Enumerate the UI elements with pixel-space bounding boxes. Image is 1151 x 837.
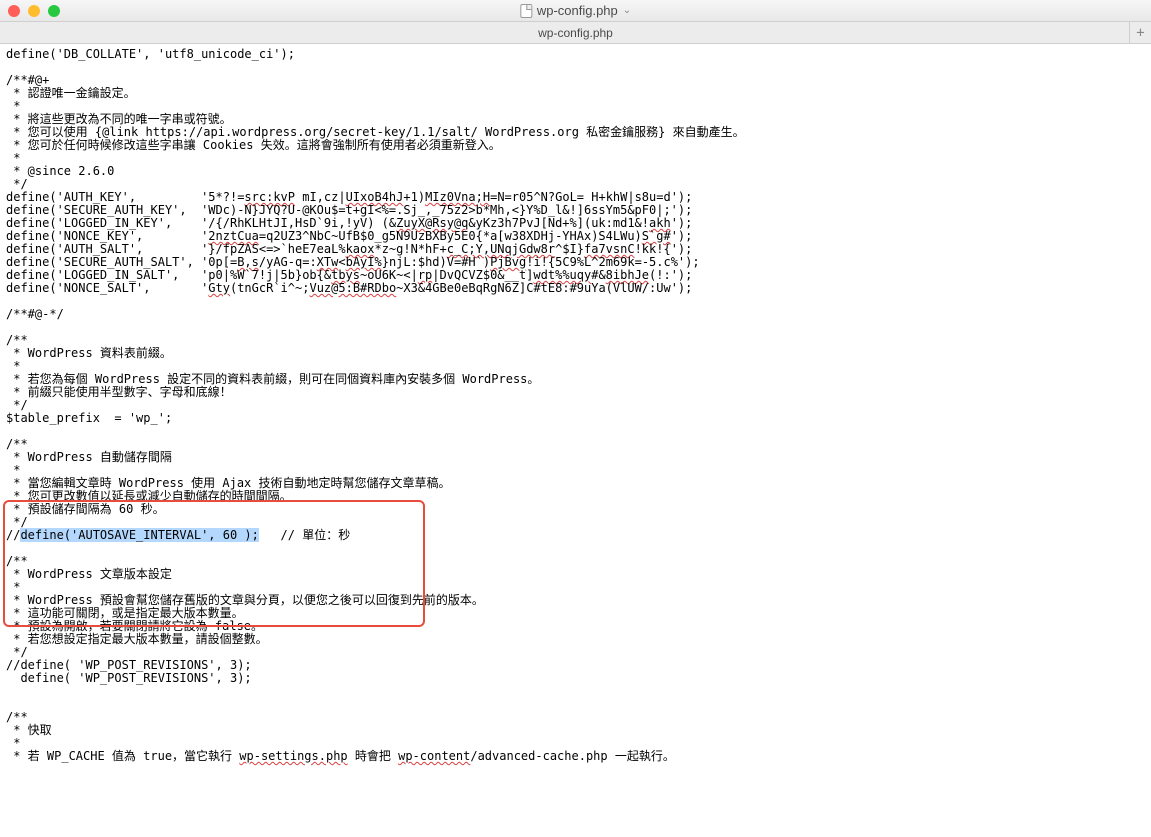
add-tab-button[interactable]: + <box>1129 22 1151 44</box>
highlighted-code: define('AUTOSAVE_INTERVAL', 60 ); <box>20 528 258 542</box>
minimize-icon[interactable] <box>28 5 40 17</box>
code-editor[interactable]: define('DB_COLLATE', 'utf8_unicode_ci');… <box>0 44 1151 837</box>
tab-wp-config[interactable]: wp-config.php <box>0 22 1151 44</box>
title-text: wp-config.php <box>537 3 618 18</box>
tab-bar: wp-config.php + <box>0 22 1151 44</box>
close-icon[interactable] <box>8 5 20 17</box>
maximize-icon[interactable] <box>48 5 60 17</box>
window-controls <box>8 5 60 17</box>
document-icon <box>520 4 532 18</box>
chevron-down-icon[interactable]: ⌄ <box>623 5 631 16</box>
window-titlebar: wp-config.php ⌄ <box>0 0 1151 22</box>
window-title: wp-config.php ⌄ <box>520 3 631 18</box>
